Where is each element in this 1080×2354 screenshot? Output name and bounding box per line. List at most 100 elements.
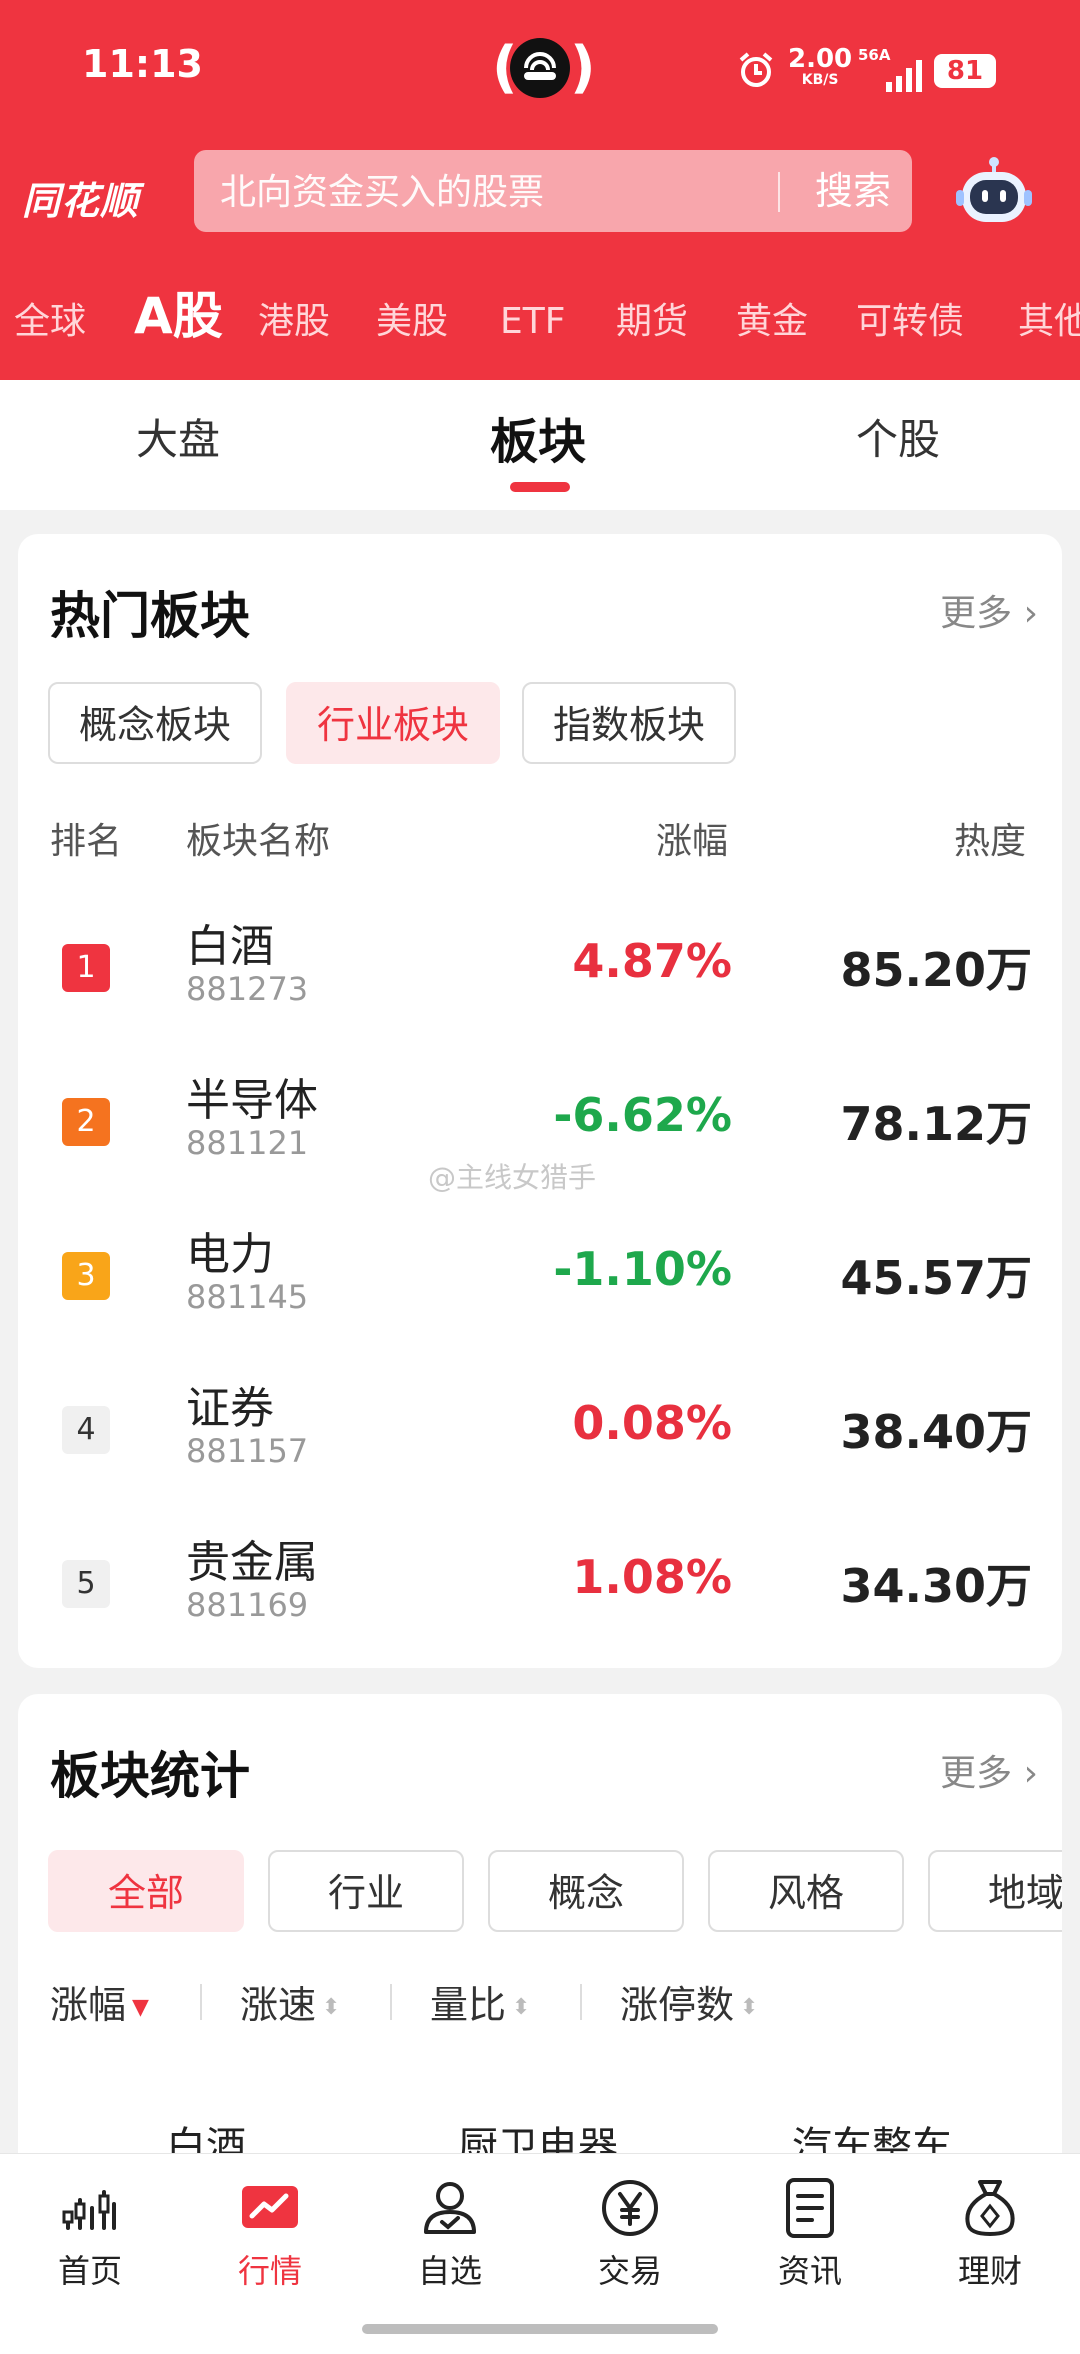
rank-badge: 4 xyxy=(62,1406,110,1454)
sort-toggle-icon: ⬍ xyxy=(512,1995,531,2020)
sector-name: 电力 xyxy=(186,1229,274,1280)
robot-assistant-icon[interactable] xyxy=(956,154,1032,230)
sector-code: 881169 xyxy=(186,1586,309,1624)
chip-region[interactable]: 地域 xyxy=(928,1850,1062,1932)
nav-wealth[interactable]: 理财 xyxy=(930,2176,1050,2292)
sector-stats-card: 板块统计 更多 › 全部 行业 概念 风格 地域 涨幅 ▼ 涨速 ⬍ 量比 ⬍ 涨停数… xyxy=(18,1694,1062,2214)
app-logo: 同花顺 xyxy=(22,179,140,223)
hotspot-icon xyxy=(510,38,570,98)
header-sector-name: 板块名称 xyxy=(186,821,331,862)
bottom-nav: 首页 行情 自选 交易 资讯 理财 xyxy=(0,2153,1080,2354)
search-input[interactable] xyxy=(218,150,742,234)
sector-code: 881273 xyxy=(186,970,309,1008)
chip-all[interactable]: 全部 xyxy=(48,1850,244,1932)
nav-watchlist[interactable]: 自选 xyxy=(390,2176,510,2292)
tab-hk[interactable]: 港股 xyxy=(258,290,330,354)
tab-sectors[interactable]: 板块 xyxy=(490,402,586,472)
chip-index-sector[interactable]: 指数板块 xyxy=(522,682,736,764)
net-speed: 2.00 KB/S xyxy=(788,44,853,88)
sector-change: 4.87% xyxy=(572,934,732,988)
sector-stats-title: 板块统计 xyxy=(50,1747,250,1805)
news-icon xyxy=(786,2178,834,2238)
status-bar: 11:13 ( ) 2.00 KB/S 56A 81 xyxy=(0,0,1080,140)
battery-icon: 81 xyxy=(934,54,996,88)
sub-tabs: 大盘 板块 个股 xyxy=(0,380,1080,510)
search-bar[interactable]: 搜索 xyxy=(194,150,912,234)
tab-gold[interactable]: 黄金 xyxy=(736,290,808,354)
table-row[interactable]: 3 电力 881145 -1.10% 45.57万 xyxy=(18,1202,1062,1356)
sector-heat: 85.20万 xyxy=(840,943,1032,997)
trend-icon xyxy=(242,2186,298,2228)
hot-sectors-more-link[interactable]: 更多 › xyxy=(940,584,1038,636)
sector-heat: 78.12万 xyxy=(840,1097,1032,1151)
sort-limit-up-count[interactable]: 涨停数 ⬍ xyxy=(620,1974,758,2029)
nav-home[interactable]: 首页 xyxy=(30,2176,150,2292)
sector-code: 881145 xyxy=(186,1278,309,1316)
tab-global[interactable]: 全球 xyxy=(14,290,86,354)
tab-market-overview[interactable]: 大盘 xyxy=(136,406,220,467)
watermark: @主线女猎手 xyxy=(428,1161,597,1194)
rank-badge: 2 xyxy=(62,1098,110,1146)
sort-desc-icon: ▼ xyxy=(132,1995,149,2020)
sector-code: 881121 xyxy=(186,1124,309,1162)
sector-change: 0.08% xyxy=(572,1396,732,1450)
sort-volume-ratio[interactable]: 量比 ⬍ xyxy=(430,1974,530,2029)
tab-etf[interactable]: ETF xyxy=(500,290,565,354)
table-row[interactable]: 4 证券 881157 0.08% 38.40万 xyxy=(18,1356,1062,1510)
header-change: 涨幅 xyxy=(656,821,729,862)
rank-badge: 1 xyxy=(62,944,110,992)
alarm-icon xyxy=(739,52,773,87)
dynamic-island: ( ) xyxy=(492,35,596,100)
search-button[interactable]: 搜索 xyxy=(794,150,912,232)
sector-name: 证券 xyxy=(186,1383,274,1434)
tab-convertible[interactable]: 可转债 xyxy=(856,290,964,354)
sector-change: -1.10% xyxy=(553,1242,732,1296)
sector-change: -6.62% xyxy=(553,1088,732,1142)
chevron-right-icon: › xyxy=(1023,1753,1038,1794)
active-tab-indicator xyxy=(510,482,570,492)
chip-style[interactable]: 风格 xyxy=(708,1850,904,1932)
sort-bar: 涨幅 ▼ 涨速 ⬍ 量比 ⬍ 涨停数 ⬍ xyxy=(18,1974,1062,2034)
nav-trade[interactable]: 交易 xyxy=(570,2176,690,2292)
chip-concept[interactable]: 概念 xyxy=(488,1850,684,1932)
sector-name: 白酒 xyxy=(186,921,274,972)
hot-sectors-card: 热门板块 更多 › 概念板块 行业板块 指数板块 排名 板块名称 涨幅 热度 1… xyxy=(18,534,1062,1668)
sector-stats-more-link[interactable]: 更多 › xyxy=(940,1744,1038,1796)
sector-name: 半导体 xyxy=(186,1075,318,1126)
signal-icon xyxy=(886,60,922,92)
rank-badge: 3 xyxy=(62,1252,110,1300)
chip-industry[interactable]: 行业 xyxy=(268,1850,464,1932)
nav-market[interactable]: 行情 xyxy=(210,2176,330,2292)
header: 11:13 ( ) 2.00 KB/S 56A 81 同花顺 北向资金买入的股票… xyxy=(0,0,1080,380)
tab-other[interactable]: 其他 xyxy=(1018,290,1080,354)
sector-heat: 45.57万 xyxy=(840,1251,1032,1305)
table-row[interactable]: 5 贵金属 881169 1.08% 34.30万 xyxy=(18,1510,1062,1664)
moneybag-icon xyxy=(965,2180,1015,2236)
tab-futures[interactable]: 期货 xyxy=(616,290,688,354)
market-tabs: 全球 A股 港股 美股 ETF 期货 黄金 可转债 其他 xyxy=(0,290,1080,360)
sort-toggle-icon: ⬍ xyxy=(322,1995,341,2020)
yen-icon xyxy=(602,2180,658,2236)
table-row[interactable]: 1 白酒 881273 4.87% 85.20万 xyxy=(18,894,1062,1048)
sector-heat: 38.40万 xyxy=(840,1405,1032,1459)
rank-badge: 5 xyxy=(62,1560,110,1608)
tab-a-share[interactable]: A股 xyxy=(134,290,223,348)
sector-name: 贵金属 xyxy=(186,1537,318,1588)
chip-industry-sector[interactable]: 行业板块 xyxy=(286,682,500,764)
hot-sectors-title: 热门板块 xyxy=(50,587,250,645)
tab-us[interactable]: 美股 xyxy=(376,290,448,354)
sort-toggle-icon: ⬍ xyxy=(740,1995,759,2020)
home-indicator xyxy=(362,2324,718,2334)
tab-stocks[interactable]: 个股 xyxy=(856,406,940,467)
sector-code: 881157 xyxy=(186,1432,309,1470)
status-time: 11:13 xyxy=(82,42,203,86)
sort-change[interactable]: 涨幅 ▼ xyxy=(50,1974,149,2029)
chip-concept-sector[interactable]: 概念板块 xyxy=(48,682,262,764)
sort-speed[interactable]: 涨速 ⬍ xyxy=(240,1974,340,2029)
sector-heat: 34.30万 xyxy=(840,1559,1032,1613)
chevron-right-icon: › xyxy=(1023,593,1038,634)
nav-news[interactable]: 资讯 xyxy=(750,2176,870,2292)
user-check-icon xyxy=(424,2182,476,2234)
header-heat: 热度 xyxy=(954,821,1027,862)
sector-change: 1.08% xyxy=(572,1550,732,1604)
